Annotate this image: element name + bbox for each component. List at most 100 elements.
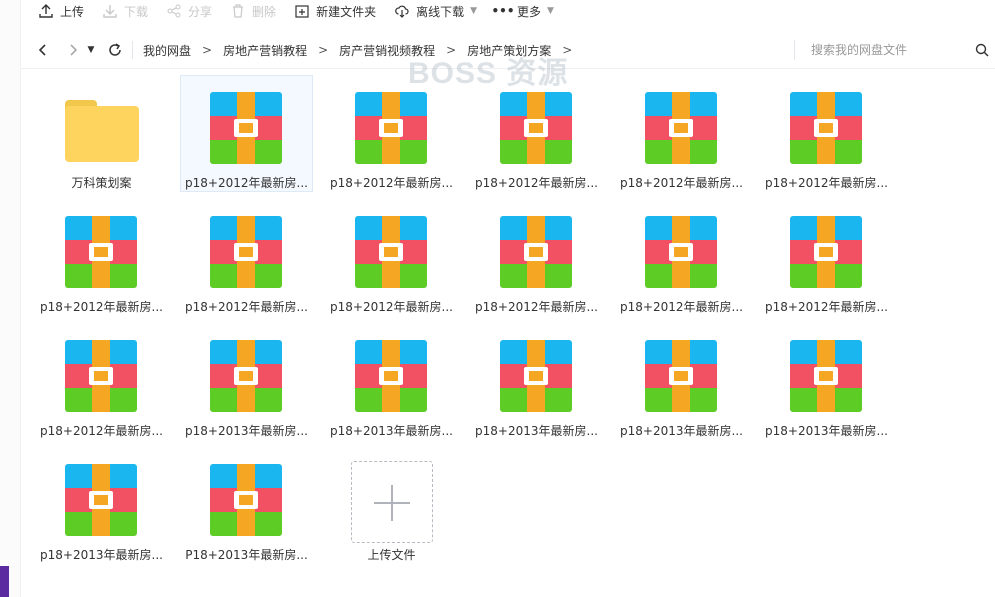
more-button[interactable]: ••• 更多 ▼ — [491, 0, 554, 22]
search-input[interactable] — [809, 42, 973, 58]
more-label: 更多 — [517, 4, 542, 19]
file-item[interactable]: p18+2012年最新房... — [180, 75, 313, 192]
file-item[interactable]: p18+2012年最新房... — [325, 75, 458, 192]
download-icon — [102, 3, 118, 19]
refresh-icon[interactable] — [104, 39, 126, 61]
file-name: p18+2013年最新房... — [185, 424, 308, 438]
chevron-down-icon[interactable]: ▼ — [470, 6, 477, 16]
breadcrumb-separator-icon: > — [446, 43, 457, 57]
file-name: 上传文件 — [367, 548, 416, 562]
file-name: p18+2012年最新房... — [765, 176, 888, 190]
toolbar: 上传 下载 分享 删除 新建文件夹 离线下载 ▼ ••• 更多 ▼ — [20, 0, 995, 22]
forward-icon[interactable] — [62, 39, 84, 61]
share-button[interactable]: 分享 — [166, 0, 212, 22]
breadcrumb-item-video-tutorials[interactable]: 房产营销视频教程 — [339, 42, 435, 59]
breadcrumb-item-my-drive[interactable]: 我的网盘 — [143, 42, 191, 59]
trash-icon — [230, 3, 246, 19]
archive-icon — [645, 92, 719, 166]
breadcrumb: 我的网盘 > 房地产营销教程 > 房产营销视频教程 > 房地产策划方案 > — [132, 41, 583, 59]
upload-button[interactable]: 上传 — [38, 0, 84, 22]
file-name: p18+2012年最新房... — [330, 176, 453, 190]
new-folder-icon — [294, 3, 310, 19]
file-name: p18+2012年最新房... — [620, 176, 743, 190]
search-box — [794, 40, 995, 60]
delete-button[interactable]: 删除 — [230, 0, 276, 22]
share-label: 分享 — [188, 4, 213, 19]
file-item[interactable]: p18+2012年最新房... — [760, 199, 893, 316]
archive-icon — [355, 216, 429, 290]
archive-icon — [355, 340, 429, 414]
file-item[interactable]: p18+2013年最新房... — [180, 323, 313, 440]
archive-icon — [210, 92, 284, 166]
file-name: p18+2012年最新房... — [475, 300, 598, 314]
file-item[interactable]: p18+2012年最新房... — [325, 199, 458, 316]
breadcrumb-item-real-estate-marketing[interactable]: 房地产营销教程 — [223, 42, 307, 59]
file-item[interactable]: p18+2013年最新房... — [760, 323, 893, 440]
breadcrumb-separator-icon: > — [318, 43, 329, 57]
new-folder-button[interactable]: 新建文件夹 — [294, 0, 376, 22]
file-item[interactable]: p18+2013年最新房... — [35, 447, 168, 564]
download-button[interactable]: 下载 — [102, 0, 148, 22]
archive-icon — [355, 92, 429, 166]
file-item[interactable]: P18+2013年最新房... — [180, 447, 313, 564]
file-item[interactable]: p18+2012年最新房... — [180, 199, 313, 316]
archive-icon — [790, 216, 864, 290]
file-item[interactable]: p18+2012年最新房... — [470, 75, 603, 192]
file-item[interactable]: p18+2012年最新房... — [35, 199, 168, 316]
file-name: p18+2013年最新房... — [330, 424, 453, 438]
archive-icon — [210, 216, 284, 290]
file-name: p18+2012年最新房... — [620, 300, 743, 314]
file-name: p18+2013年最新房... — [620, 424, 743, 438]
file-name: p18+2013年最新房... — [765, 424, 888, 438]
file-item[interactable]: p18+2013年最新房... — [615, 323, 748, 440]
file-item[interactable]: p18+2013年最新房... — [470, 323, 603, 440]
back-icon[interactable] — [32, 39, 54, 61]
archive-icon — [790, 340, 864, 414]
archive-icon — [500, 92, 574, 166]
file-name: p18+2013年最新房... — [475, 424, 598, 438]
search-icon[interactable] — [975, 43, 989, 57]
offline-download-button[interactable]: 离线下载 ▼ — [394, 0, 477, 22]
file-item[interactable]: p18+2012年最新房... — [35, 323, 168, 440]
upload-file-tile[interactable]: 上传文件 — [325, 447, 458, 564]
download-label: 下载 — [124, 4, 149, 19]
file-name: p18+2012年最新房... — [185, 300, 308, 314]
archive-icon — [645, 340, 719, 414]
offline-download-label: 离线下载 — [416, 4, 465, 19]
file-name: p18+2012年最新房... — [475, 176, 598, 190]
file-name: p18+2012年最新房... — [765, 300, 888, 314]
more-dots-icon: ••• — [491, 4, 515, 18]
cloud-download-icon — [394, 3, 410, 19]
file-name: p18+2012年最新房... — [40, 424, 163, 438]
archive-icon — [65, 464, 139, 538]
breadcrumb-item-planning[interactable]: 房地产策划方案 — [467, 42, 551, 59]
folder-item[interactable]: 万科策划案 — [35, 75, 168, 192]
archive-icon — [645, 216, 719, 290]
file-name: p18+2013年最新房... — [40, 548, 163, 562]
upload-plus-icon — [351, 461, 433, 543]
breadcrumb-separator-icon: > — [562, 43, 573, 57]
navigation-bar: ▼ 我的网盘 > 房地产营销教程 > 房产营销视频教程 > 房地产策划方案 > — [20, 32, 995, 69]
upload-icon — [38, 3, 54, 19]
file-name: p18+2012年最新房... — [40, 300, 163, 314]
archive-icon — [500, 340, 574, 414]
file-item[interactable]: p18+2012年最新房... — [615, 75, 748, 192]
file-name: P18+2013年最新房... — [185, 548, 308, 562]
sidebar-accent — [0, 566, 9, 597]
chevron-down-icon[interactable]: ▼ — [547, 6, 554, 16]
upload-label: 上传 — [60, 4, 85, 19]
archive-icon — [65, 216, 139, 290]
new-folder-label: 新建文件夹 — [316, 4, 377, 19]
file-item[interactable]: p18+2012年最新房... — [615, 199, 748, 316]
archive-icon — [500, 216, 574, 290]
history-dropdown-icon[interactable]: ▼ — [84, 39, 98, 61]
file-item[interactable]: p18+2012年最新房... — [760, 75, 893, 192]
file-item[interactable]: p18+2012年最新房... — [470, 199, 603, 316]
delete-label: 删除 — [252, 4, 277, 19]
archive-icon — [790, 92, 864, 166]
folder-icon — [65, 92, 139, 166]
left-sidebar-edge — [0, 0, 21, 597]
file-name: 万科策划案 — [71, 176, 132, 190]
file-item[interactable]: p18+2013年最新房... — [325, 323, 458, 440]
file-name: p18+2012年最新房... — [185, 176, 308, 190]
